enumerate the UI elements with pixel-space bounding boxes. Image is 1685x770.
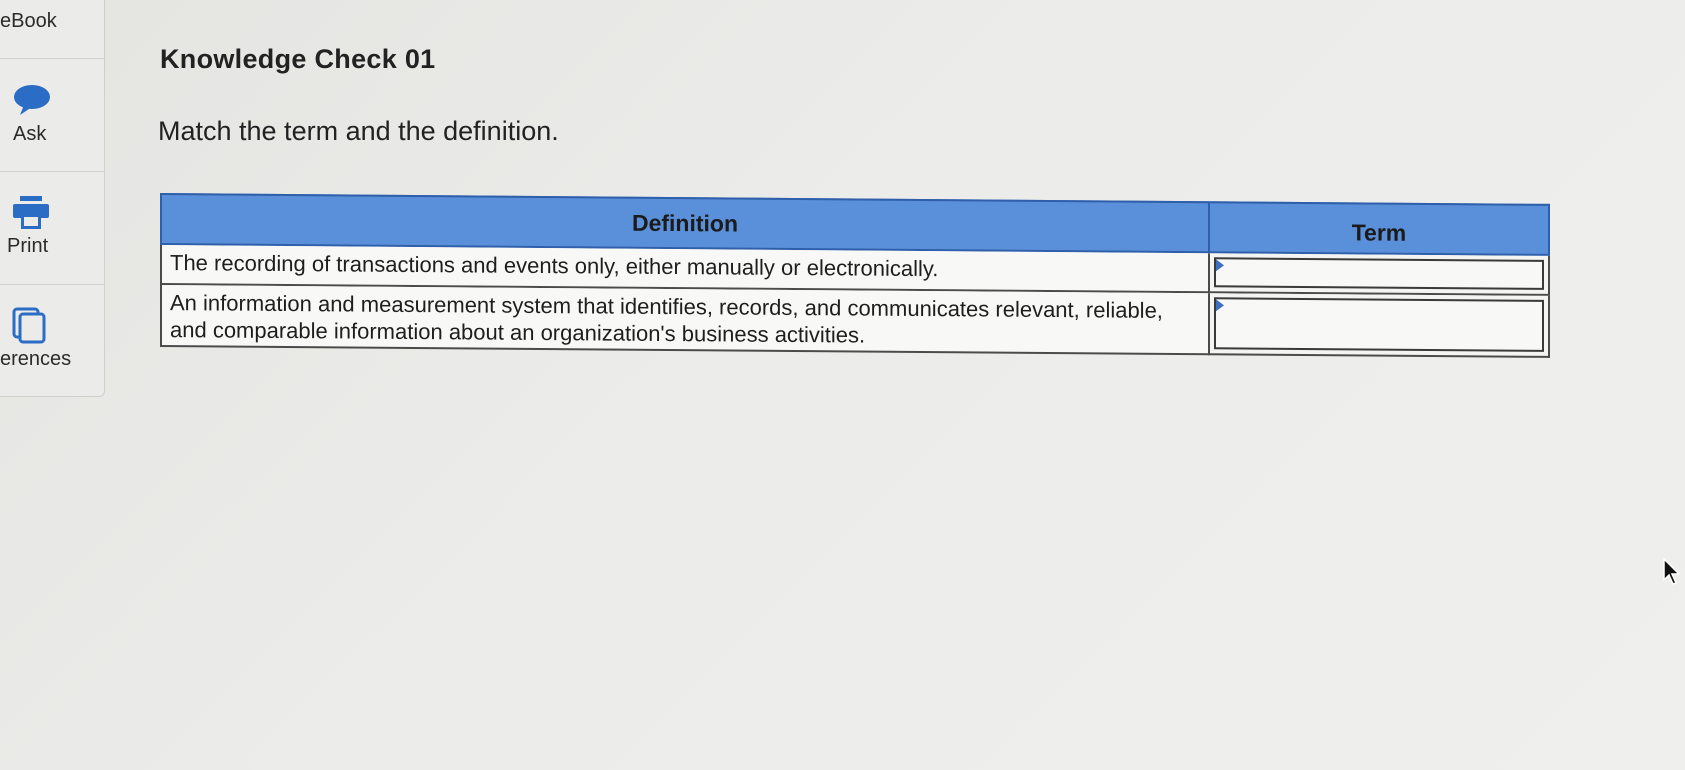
sidebar: eBook Ask Print erences bbox=[0, 0, 105, 397]
sidebar-item-label: Print bbox=[7, 235, 49, 257]
page: eBook Ask Print erences Knowledge Check … bbox=[0, 0, 1685, 770]
printer-icon bbox=[11, 195, 51, 236]
sidebar-item-ask[interactable]: Ask bbox=[0, 58, 104, 172]
references-icon bbox=[11, 306, 49, 349]
definition-cell: An information and measurement system th… bbox=[160, 285, 1210, 356]
sidebar-item-label: Ask bbox=[13, 123, 47, 145]
column-header-definition: Definition bbox=[160, 193, 1210, 254]
sidebar-item-print[interactable]: Print bbox=[0, 171, 104, 285]
term-dropdown[interactable] bbox=[1214, 257, 1544, 290]
column-header-term: Term bbox=[1210, 201, 1550, 256]
instruction-text: Match the term and the definition. bbox=[158, 116, 559, 146]
sidebar-item-references[interactable]: erences bbox=[0, 284, 104, 396]
mouse-pointer-icon bbox=[1663, 557, 1681, 591]
sidebar-item-ebook[interactable]: eBook bbox=[0, 0, 104, 59]
dropdown-marker-icon bbox=[1216, 259, 1224, 272]
sidebar-item-label: eBook bbox=[0, 10, 57, 32]
page-title: Knowledge Check 01 bbox=[160, 44, 436, 74]
speech-bubble-icon bbox=[12, 83, 52, 122]
matching-table: Definition Term The recording of transac… bbox=[160, 193, 1550, 358]
term-cell bbox=[1210, 293, 1550, 358]
sidebar-item-label: erences bbox=[0, 348, 72, 370]
table-row: An information and measurement system th… bbox=[160, 285, 1550, 358]
term-cell bbox=[1210, 253, 1550, 296]
term-dropdown[interactable] bbox=[1214, 297, 1544, 352]
dropdown-marker-icon bbox=[1216, 299, 1224, 312]
